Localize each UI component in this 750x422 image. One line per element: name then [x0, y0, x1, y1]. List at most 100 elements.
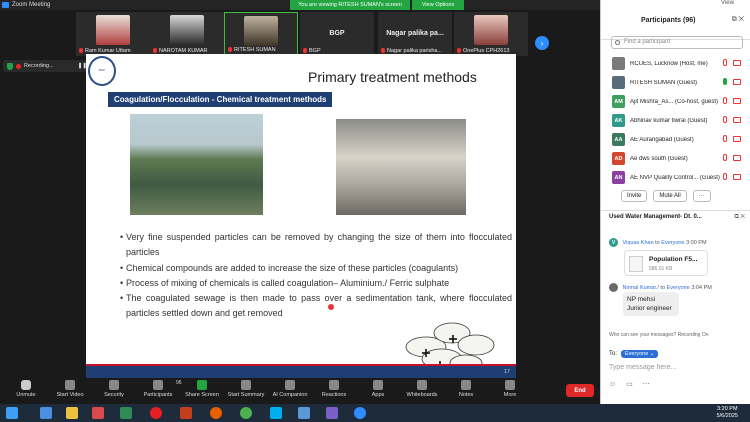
word-icon[interactable] [298, 407, 310, 419]
mic-muted-icon[interactable] [723, 154, 727, 161]
view-label[interactable]: View [721, 0, 734, 6]
chat-window-icons[interactable]: ⧉ ✕ [734, 214, 745, 221]
recording-indicator[interactable]: Recording... ❚❚ [3, 60, 91, 72]
share-screen-icon[interactable] [723, 78, 727, 85]
avatar: AK [612, 114, 625, 127]
video-tile[interactable]: Ram Kumar Uttam [76, 12, 150, 56]
unmute-button[interactable]: Unmute [4, 378, 48, 398]
popout-close-icons[interactable]: ⧉ ✕ [732, 16, 744, 24]
excel-icon[interactable] [120, 407, 132, 419]
video-off-icon[interactable] [733, 98, 741, 104]
powerpoint-icon[interactable] [180, 407, 192, 419]
share-screen-icon [197, 380, 207, 390]
avatar: AA [612, 133, 625, 146]
reactions-label: Reactions [321, 392, 347, 398]
unmute-label: Unmute [16, 392, 36, 398]
recipient-value: Everyone [625, 351, 649, 357]
shared-screen-slide: BGP Primary treatment methods Coagulatio… [86, 54, 516, 380]
video-off-icon[interactable] [733, 117, 741, 123]
mic-muted-icon[interactable] [723, 173, 727, 180]
more-dots-icon [505, 380, 515, 390]
sender-name: Viquas Khan [622, 239, 654, 246]
more-options-button[interactable]: ··· [692, 190, 711, 202]
system-clock[interactable]: 3:20 PM 5/6/2025 [717, 406, 738, 420]
skype-icon[interactable] [270, 407, 282, 419]
chat-message-input[interactable]: Type message here... [609, 364, 676, 371]
side-panel: View Participants (96) ⧉ ✕ Find a partic… [600, 0, 750, 404]
windows-start-icon[interactable] [6, 407, 18, 419]
avatar: AM [612, 95, 625, 108]
participant-row[interactable]: AN AE NVP Quality Control... (Guest) [601, 168, 750, 187]
participants-count-badge: 96 [176, 380, 182, 386]
video-tile[interactable]: Nagar palika pa... Nagar palika parisha.… [378, 12, 452, 56]
video-camera-off-icon [65, 380, 75, 390]
video-tile-active-speaker[interactable]: RITESH SUMAN [224, 12, 298, 56]
notes-button[interactable]: Notes [444, 378, 488, 398]
whiteboards-button[interactable]: Whiteboards [400, 378, 444, 398]
video-tile[interactable]: NAROTAM KUMAR [150, 12, 224, 56]
media-player-icon[interactable] [92, 407, 104, 419]
more-button[interactable]: More [488, 378, 532, 398]
participant-row[interactable]: RCUES, Lucknow (Host, me) [601, 54, 750, 73]
firefox-icon[interactable] [210, 407, 222, 419]
participants-label: Participants [143, 392, 173, 398]
apps-button[interactable]: Apps [356, 378, 400, 398]
video-off-icon[interactable] [733, 174, 741, 180]
file-explorer-icon[interactable] [66, 407, 78, 419]
video-off-icon[interactable] [733, 79, 741, 85]
mic-muted-icon[interactable] [723, 97, 727, 104]
mic-muted-icon [457, 48, 461, 54]
participant-row[interactable]: AD Ae dws south (Guest) [601, 149, 750, 168]
share-screen-button[interactable]: Share Screen [180, 378, 224, 398]
who-can-see-notice[interactable]: Who can see your messages? Recording On [609, 332, 709, 338]
sparkle-icon [285, 380, 295, 390]
participant-row[interactable]: RITESH SUMAN (Guest) [601, 73, 750, 92]
video-tile[interactable]: BGP BGP [300, 12, 374, 56]
reactions-button[interactable]: Reactions [312, 378, 356, 398]
chat-message-meta: Nirmal Kumar./ to Everyone 3:04 PM [609, 283, 712, 292]
message-time: 3:00 PM [686, 239, 707, 246]
zoom-taskbar-icon[interactable] [354, 407, 366, 419]
start-video-button[interactable]: Start Video [48, 378, 92, 398]
end-meeting-button[interactable]: End [566, 384, 594, 397]
recipient-dropdown[interactable]: Everyone ⌄ [621, 350, 659, 358]
mic-muted-icon [303, 48, 307, 54]
view-options-button[interactable]: View Options [412, 0, 464, 10]
shield-icon [109, 380, 119, 390]
participant-row[interactable]: AA AE Aurangabad (Guest) [601, 130, 750, 149]
tile-center-name: BGP [329, 30, 345, 37]
find-participant-input[interactable]: Find a participant [611, 36, 743, 49]
slide-title: Primary treatment methods [308, 69, 477, 85]
start-summary-label: Start Summary [227, 392, 265, 398]
participant-row[interactable]: AM Ajit Mishra_As... (Co-host, guest) [601, 92, 750, 111]
bullet-item: Very fine suspended particles can be rem… [120, 230, 512, 261]
shield-icon [7, 62, 13, 70]
participants-button[interactable]: Participants [136, 378, 180, 398]
chrome-icon[interactable] [240, 407, 252, 419]
ie-icon[interactable] [40, 407, 52, 419]
ai-companion-label: AI Companion [272, 392, 308, 398]
chat-tools-icons[interactable]: ☺ ▭ ⋯ [609, 380, 654, 388]
recipient-selector: To: Everyone ⌄ [609, 350, 659, 358]
chat-message-meta: V Viquas Khan to Everyone 3:00 PM [609, 238, 707, 247]
mic-muted-icon[interactable] [723, 116, 727, 123]
participant-row[interactable]: AK Abhinav kumar tiwrai (Guest) [601, 111, 750, 130]
participant-photo [170, 15, 204, 45]
slide-page-number: 17 [503, 369, 510, 375]
video-off-icon[interactable] [733, 136, 741, 142]
invite-button[interactable]: Invite [621, 190, 648, 202]
video-tile[interactable]: OnePlus CPH2613 [454, 12, 528, 56]
file-size: 586.01 KB [649, 266, 673, 272]
video-off-icon[interactable] [733, 155, 741, 161]
app-icon[interactable] [326, 407, 338, 419]
mic-muted-icon[interactable] [723, 59, 727, 66]
mic-muted-icon[interactable] [723, 135, 727, 142]
security-button[interactable]: Security [92, 378, 136, 398]
opera-icon[interactable] [150, 407, 162, 419]
ai-companion-button[interactable]: AI Companion [268, 378, 312, 398]
mute-all-button[interactable]: Mute All [653, 190, 687, 202]
shared-file-card[interactable]: Population F5... 586.01 KB [624, 250, 708, 276]
next-page-arrow-icon[interactable]: › [535, 36, 549, 50]
video-off-icon[interactable] [733, 60, 741, 66]
start-summary-button[interactable]: Start Summary [224, 378, 268, 398]
